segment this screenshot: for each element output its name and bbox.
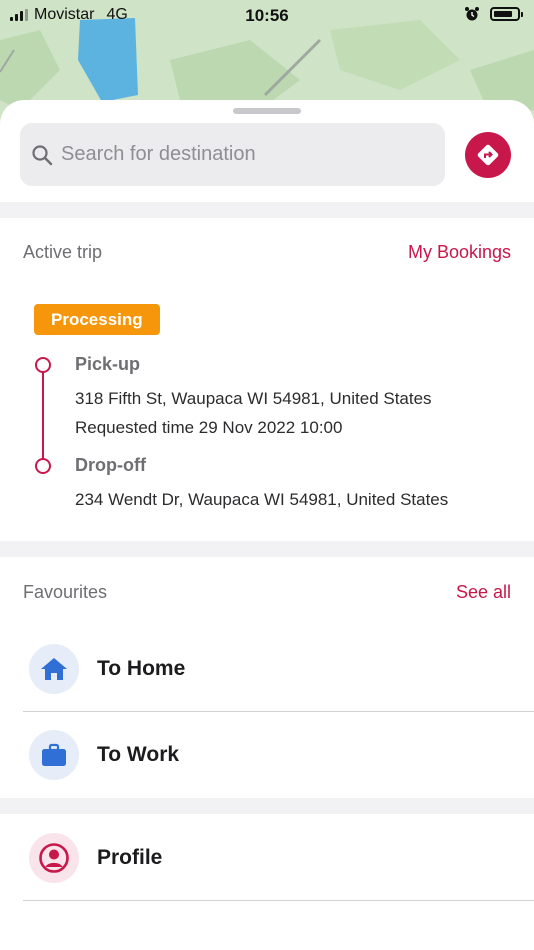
see-all-link[interactable]: See all: [456, 582, 511, 603]
pickup-requested-time: Requested time 29 Nov 2022 10:00: [75, 418, 343, 437]
status-bar: Movistar 4G 10:56: [0, 0, 534, 30]
pickup-marker-icon: [35, 357, 51, 373]
status-badge: Processing: [34, 304, 160, 335]
clock: 10:56: [245, 6, 289, 25]
pickup-label: Pick-up: [75, 354, 141, 374]
favourite-item-work[interactable]: To Work: [0, 712, 534, 798]
user-circle-icon: [29, 833, 79, 883]
search-placeholder: Search for destination: [61, 143, 256, 165]
profile-row[interactable]: Profile: [0, 815, 534, 901]
dropoff-address: 234 Wendt Dr, Waupaca WI 54981, United S…: [75, 490, 449, 509]
directions-button[interactable]: [465, 132, 511, 178]
status-right: [464, 6, 523, 22]
search-icon: [32, 144, 53, 165]
favourite-label: To Work: [97, 743, 180, 766]
my-bookings-link[interactable]: My Bookings: [408, 242, 511, 263]
profile-label: Profile: [97, 846, 163, 869]
briefcase-icon: [29, 730, 79, 780]
favourite-item-home[interactable]: To Home: [0, 626, 534, 712]
pickup-address: 318 Fifth St, Waupaca WI 54981, United S…: [75, 389, 432, 408]
favourites-title: Favourites: [23, 582, 108, 602]
directions-icon: [477, 144, 499, 166]
active-trip-title: Active trip: [23, 242, 103, 262]
trip-timeline-line: [42, 372, 44, 462]
alarm-icon: [465, 7, 479, 21]
section-divider: [0, 798, 534, 814]
row-divider: [23, 900, 534, 901]
dropoff-label: Drop-off: [75, 455, 146, 475]
section-divider: [0, 202, 534, 218]
section-divider: [0, 541, 534, 557]
dropoff-marker-icon: [35, 458, 51, 474]
bottom-sheet: Search for destination Active trip My Bo…: [0, 100, 534, 950]
sheet-grabber-handle[interactable]: [233, 108, 301, 114]
search-input[interactable]: Search for destination: [20, 123, 445, 186]
home-icon: [29, 644, 79, 694]
favourite-label: To Home: [97, 657, 186, 680]
battery-icon: [490, 7, 523, 21]
